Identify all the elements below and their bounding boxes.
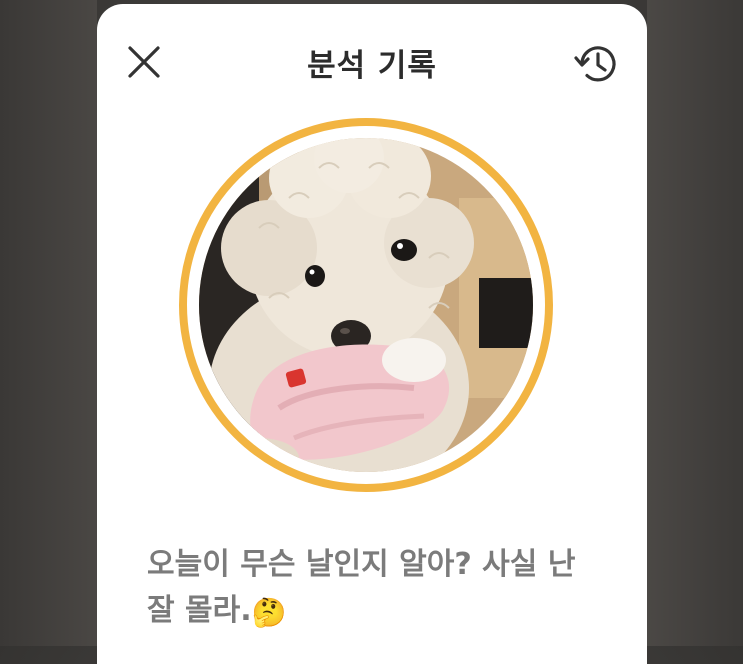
dog-photo bbox=[199, 138, 533, 472]
thinking-face-icon: 🤔 bbox=[251, 596, 287, 629]
dimmed-backdrop-left[interactable] bbox=[0, 0, 97, 646]
sheet-title: 분석 기록 bbox=[307, 48, 437, 84]
history-icon bbox=[574, 46, 616, 82]
analysis-history-sheet: 분석 기록 오늘이 무슨 날인지 알아? 사실 난 잘 몰라.🤔 bbox=[97, 4, 647, 664]
analysis-message: 오늘이 무슨 날인지 알아? 사실 난 잘 몰라.🤔 bbox=[147, 542, 607, 636]
profile-photo-ring bbox=[179, 118, 553, 492]
message-text: 오늘이 무슨 날인지 알아? 사실 난 잘 몰라. bbox=[147, 547, 576, 628]
history-button[interactable] bbox=[571, 39, 621, 89]
dimmed-backdrop-right[interactable] bbox=[647, 0, 743, 646]
